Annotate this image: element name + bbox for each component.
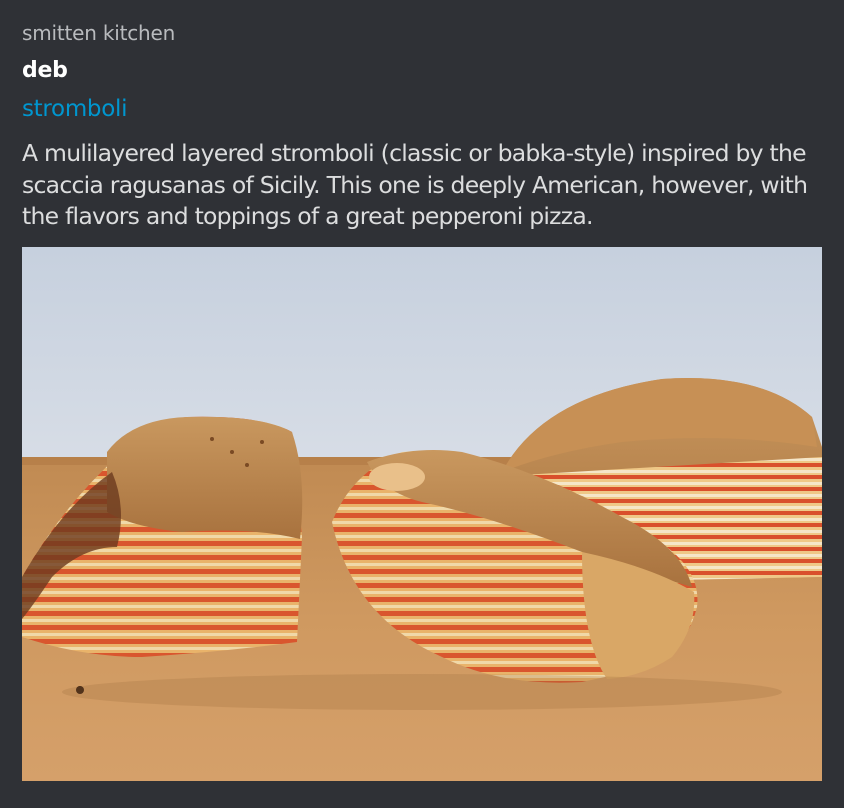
- embed-image[interactable]: [22, 247, 822, 781]
- embed-author[interactable]: deb: [22, 55, 68, 87]
- embed-provider[interactable]: smitten kitchen: [22, 19, 175, 47]
- link-embed: smitten kitchen deb stromboli A mulilaye…: [0, 0, 844, 808]
- embed-title-link[interactable]: stromboli: [22, 93, 127, 125]
- embed-description: A mulilayered layered stromboli (classic…: [22, 139, 808, 230]
